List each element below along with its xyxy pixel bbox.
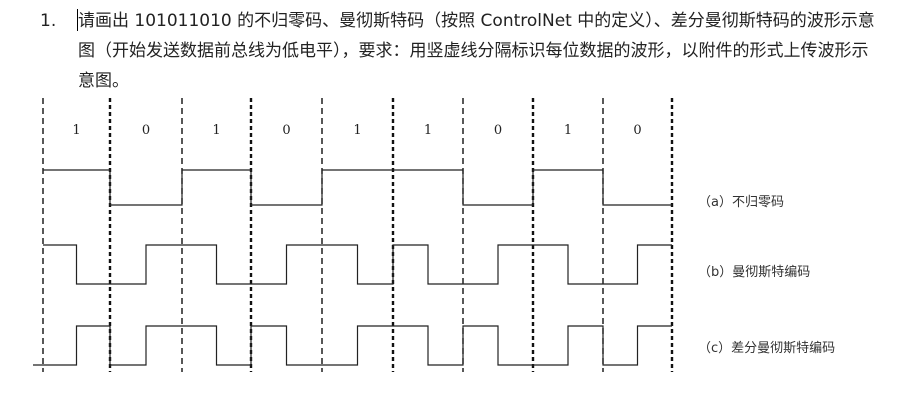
- bit-label: 0: [494, 123, 502, 138]
- bit-label: 1: [353, 123, 361, 138]
- manchester-waveform: [43, 244, 672, 285]
- bit-label: 1: [212, 123, 220, 138]
- nrz-waveform: [43, 169, 672, 206]
- bit-label: 1: [72, 123, 80, 138]
- bit-label: 0: [282, 123, 290, 138]
- caption-diff-manchester: （c）差分曼彻斯特编码: [698, 341, 835, 356]
- waveform-figure: 1 0 1 0 1 1 0 1 0 （a）不归零码 （b）曼彻斯特编码 （c）差分曼彻斯特编码: [33, 98, 835, 372]
- bit-label: 1: [424, 123, 432, 138]
- bit-label: 0: [633, 123, 641, 138]
- bit-labels: 1 0 1 0 1 1 0 1 0: [72, 123, 641, 138]
- bit-label: 1: [564, 123, 572, 138]
- diff-manchester-waveform: [33, 325, 672, 366]
- waveforms: [33, 169, 672, 366]
- caption-nrz: （a）不归零码: [698, 195, 784, 210]
- caption-manchester: （b）曼彻斯特编码: [698, 265, 810, 280]
- bit-label: 0: [142, 123, 150, 138]
